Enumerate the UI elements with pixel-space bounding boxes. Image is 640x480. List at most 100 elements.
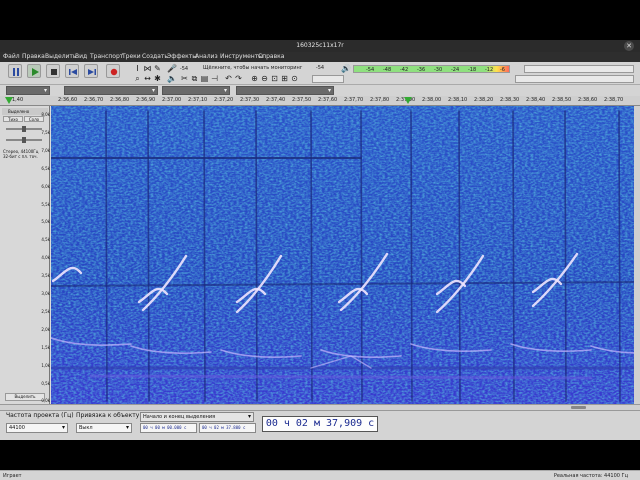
scale-label: 5,5k bbox=[41, 201, 50, 207]
skip-start-button[interactable] bbox=[65, 64, 79, 78]
ruler-label: 2:36,90 bbox=[136, 97, 156, 103]
play-button[interactable] bbox=[27, 64, 41, 78]
fit-selection-icon[interactable]: ⊡ bbox=[270, 74, 279, 83]
scale-label: 8,0k bbox=[41, 112, 50, 117]
spectrogram[interactable] bbox=[51, 106, 634, 404]
pause-button[interactable] bbox=[8, 64, 22, 78]
close-icon[interactable]: ✕ bbox=[624, 41, 634, 51]
timeline-ruler[interactable]: 1,40 2:36,60 2:36,70 2:36,80 2:36,90 2:3… bbox=[0, 96, 640, 106]
record-button[interactable] bbox=[106, 64, 120, 78]
zoom-tool-icon[interactable]: ⌕ bbox=[133, 74, 142, 83]
meter-tick: -48 bbox=[383, 67, 392, 73]
scissors-icon[interactable]: ✂ bbox=[180, 74, 189, 83]
click-line bbox=[618, 110, 621, 402]
click-line bbox=[564, 110, 567, 402]
menu-edit[interactable]: Правка bbox=[22, 53, 45, 60]
playback-volume-slider[interactable] bbox=[524, 65, 634, 73]
cut-icon[interactable] bbox=[168, 74, 177, 83]
pan-knob[interactable] bbox=[22, 137, 26, 143]
ruler-label: 2:37,20 bbox=[214, 97, 234, 103]
snap-select[interactable]: Выкл bbox=[76, 423, 132, 433]
stop-button[interactable] bbox=[46, 64, 60, 78]
ruler-label: 2:37,10 bbox=[188, 97, 208, 103]
audacity-window: 160325c11x17r ✕ Файл Правка Выделить Вид… bbox=[0, 40, 640, 480]
menu-file[interactable]: Файл bbox=[3, 53, 20, 60]
menu-view[interactable]: Вид bbox=[75, 53, 87, 60]
zoom-toggle-icon[interactable]: ⊙ bbox=[290, 74, 299, 83]
pause-icon bbox=[13, 68, 19, 76]
click-line bbox=[410, 110, 413, 402]
timeshift-tool-icon[interactable]: ↔ bbox=[143, 74, 152, 83]
vertical-scrollbar[interactable] bbox=[634, 106, 640, 404]
rec-level-left: -54 bbox=[179, 66, 189, 72]
ruler-label: 2:38,50 bbox=[552, 97, 572, 103]
paste-icon[interactable]: ▤ bbox=[200, 74, 209, 83]
menu-transport[interactable]: Транспорт bbox=[90, 53, 123, 60]
status-bar: Играет Реальная частота: 44100 Гц bbox=[0, 470, 640, 480]
selection-start-field[interactable]: 00 ч 00 м 00.000 с bbox=[140, 423, 197, 433]
status-state: Играет bbox=[3, 473, 22, 479]
stop-icon bbox=[51, 69, 57, 75]
skip-end-icon bbox=[88, 69, 96, 75]
meter-tick: -12 bbox=[485, 67, 494, 73]
playback-speed-slider[interactable] bbox=[515, 75, 634, 83]
scale-label: 1,0k bbox=[41, 362, 50, 368]
menu-bar: Файл Правка Выделить Вид Транспорт Треки… bbox=[0, 52, 640, 62]
scale-label: 1,5k bbox=[41, 344, 50, 350]
ruler-label: 2:36,60 bbox=[58, 97, 78, 103]
project-rate-select[interactable]: 44100 bbox=[6, 423, 68, 433]
menu-tracks[interactable]: Треки bbox=[122, 53, 141, 60]
microphone-icon: 🎤 bbox=[167, 64, 177, 73]
audio-position-display[interactable]: 00 ч 02 м 37,909 с bbox=[262, 416, 378, 432]
menu-effects[interactable]: Эффекты bbox=[167, 53, 197, 60]
draw-tool-icon[interactable]: ✎ bbox=[153, 64, 162, 73]
click-line bbox=[255, 110, 258, 402]
envelope-tool-icon[interactable]: ⋈ bbox=[143, 64, 152, 73]
click-line bbox=[310, 110, 313, 402]
selection-end-field[interactable]: 00 ч 02 м 37.800 с bbox=[199, 423, 256, 433]
gain-knob[interactable] bbox=[22, 126, 26, 132]
trim-icon[interactable]: ⊣ bbox=[210, 74, 219, 83]
monitor-prompt[interactable]: Щёлкните, чтобы начать мониторинг bbox=[203, 65, 313, 73]
snap-label: Привязка к объекту bbox=[76, 412, 140, 419]
click-line bbox=[458, 110, 461, 402]
zoom-out-icon[interactable]: ⊖ bbox=[260, 74, 269, 83]
zoom-in-icon[interactable]: ⊕ bbox=[250, 74, 259, 83]
menu-tools[interactable]: Инструменты bbox=[220, 53, 263, 60]
multi-tool-icon[interactable]: ✱ bbox=[153, 74, 162, 83]
menu-help[interactable]: Справка bbox=[258, 53, 284, 60]
scale-label: 2,5k bbox=[41, 308, 50, 314]
menu-generate[interactable]: Создать bbox=[142, 53, 168, 60]
ruler-label: 2:37,30 bbox=[240, 97, 260, 103]
scroll-thumb[interactable] bbox=[571, 406, 586, 409]
selection-mode-select[interactable]: Начало и конец выделения bbox=[140, 412, 254, 422]
ruler-label: 2:37,50 bbox=[292, 97, 312, 103]
click-line bbox=[147, 110, 150, 402]
click-line bbox=[203, 110, 206, 402]
spectrogram-noise bbox=[51, 106, 634, 404]
scale-label: 4,5k bbox=[41, 237, 50, 243]
selection-tool-icon[interactable]: I bbox=[133, 64, 142, 73]
click-line bbox=[105, 110, 108, 402]
menu-select[interactable]: Выделить bbox=[45, 53, 76, 60]
screen: 160325c11x17r ✕ Файл Правка Выделить Вид… bbox=[0, 0, 640, 480]
play-icon bbox=[32, 68, 39, 76]
play-level-left: -54 bbox=[315, 65, 325, 71]
mute-button[interactable]: Тихо bbox=[3, 116, 23, 122]
skip-end-button[interactable] bbox=[84, 64, 98, 78]
redo-icon[interactable]: ↷ bbox=[234, 74, 243, 83]
scale-label: 4,0k bbox=[41, 255, 50, 261]
ruler-label: 2:37,60 bbox=[318, 97, 338, 103]
ruler-label: 2:36,80 bbox=[110, 97, 130, 103]
recording-device-select[interactable] bbox=[162, 86, 230, 95]
audio-host-select[interactable] bbox=[6, 86, 50, 95]
fit-project-icon[interactable]: ⊞ bbox=[280, 74, 289, 83]
undo-icon[interactable]: ↶ bbox=[224, 74, 233, 83]
menu-analyze[interactable]: Анализ bbox=[195, 53, 218, 60]
project-rate-label: Частота проекта (Гц) bbox=[6, 412, 74, 419]
playback-device-select[interactable] bbox=[64, 86, 158, 95]
recording-channels-select[interactable] bbox=[236, 86, 334, 95]
copy-icon[interactable]: ⧉ bbox=[190, 74, 199, 83]
recording-meter[interactable]: -54 -48 -42 -36 -30 -24 -18 -12 -6 bbox=[353, 65, 510, 73]
scale-label: 0,0k bbox=[41, 398, 50, 404]
